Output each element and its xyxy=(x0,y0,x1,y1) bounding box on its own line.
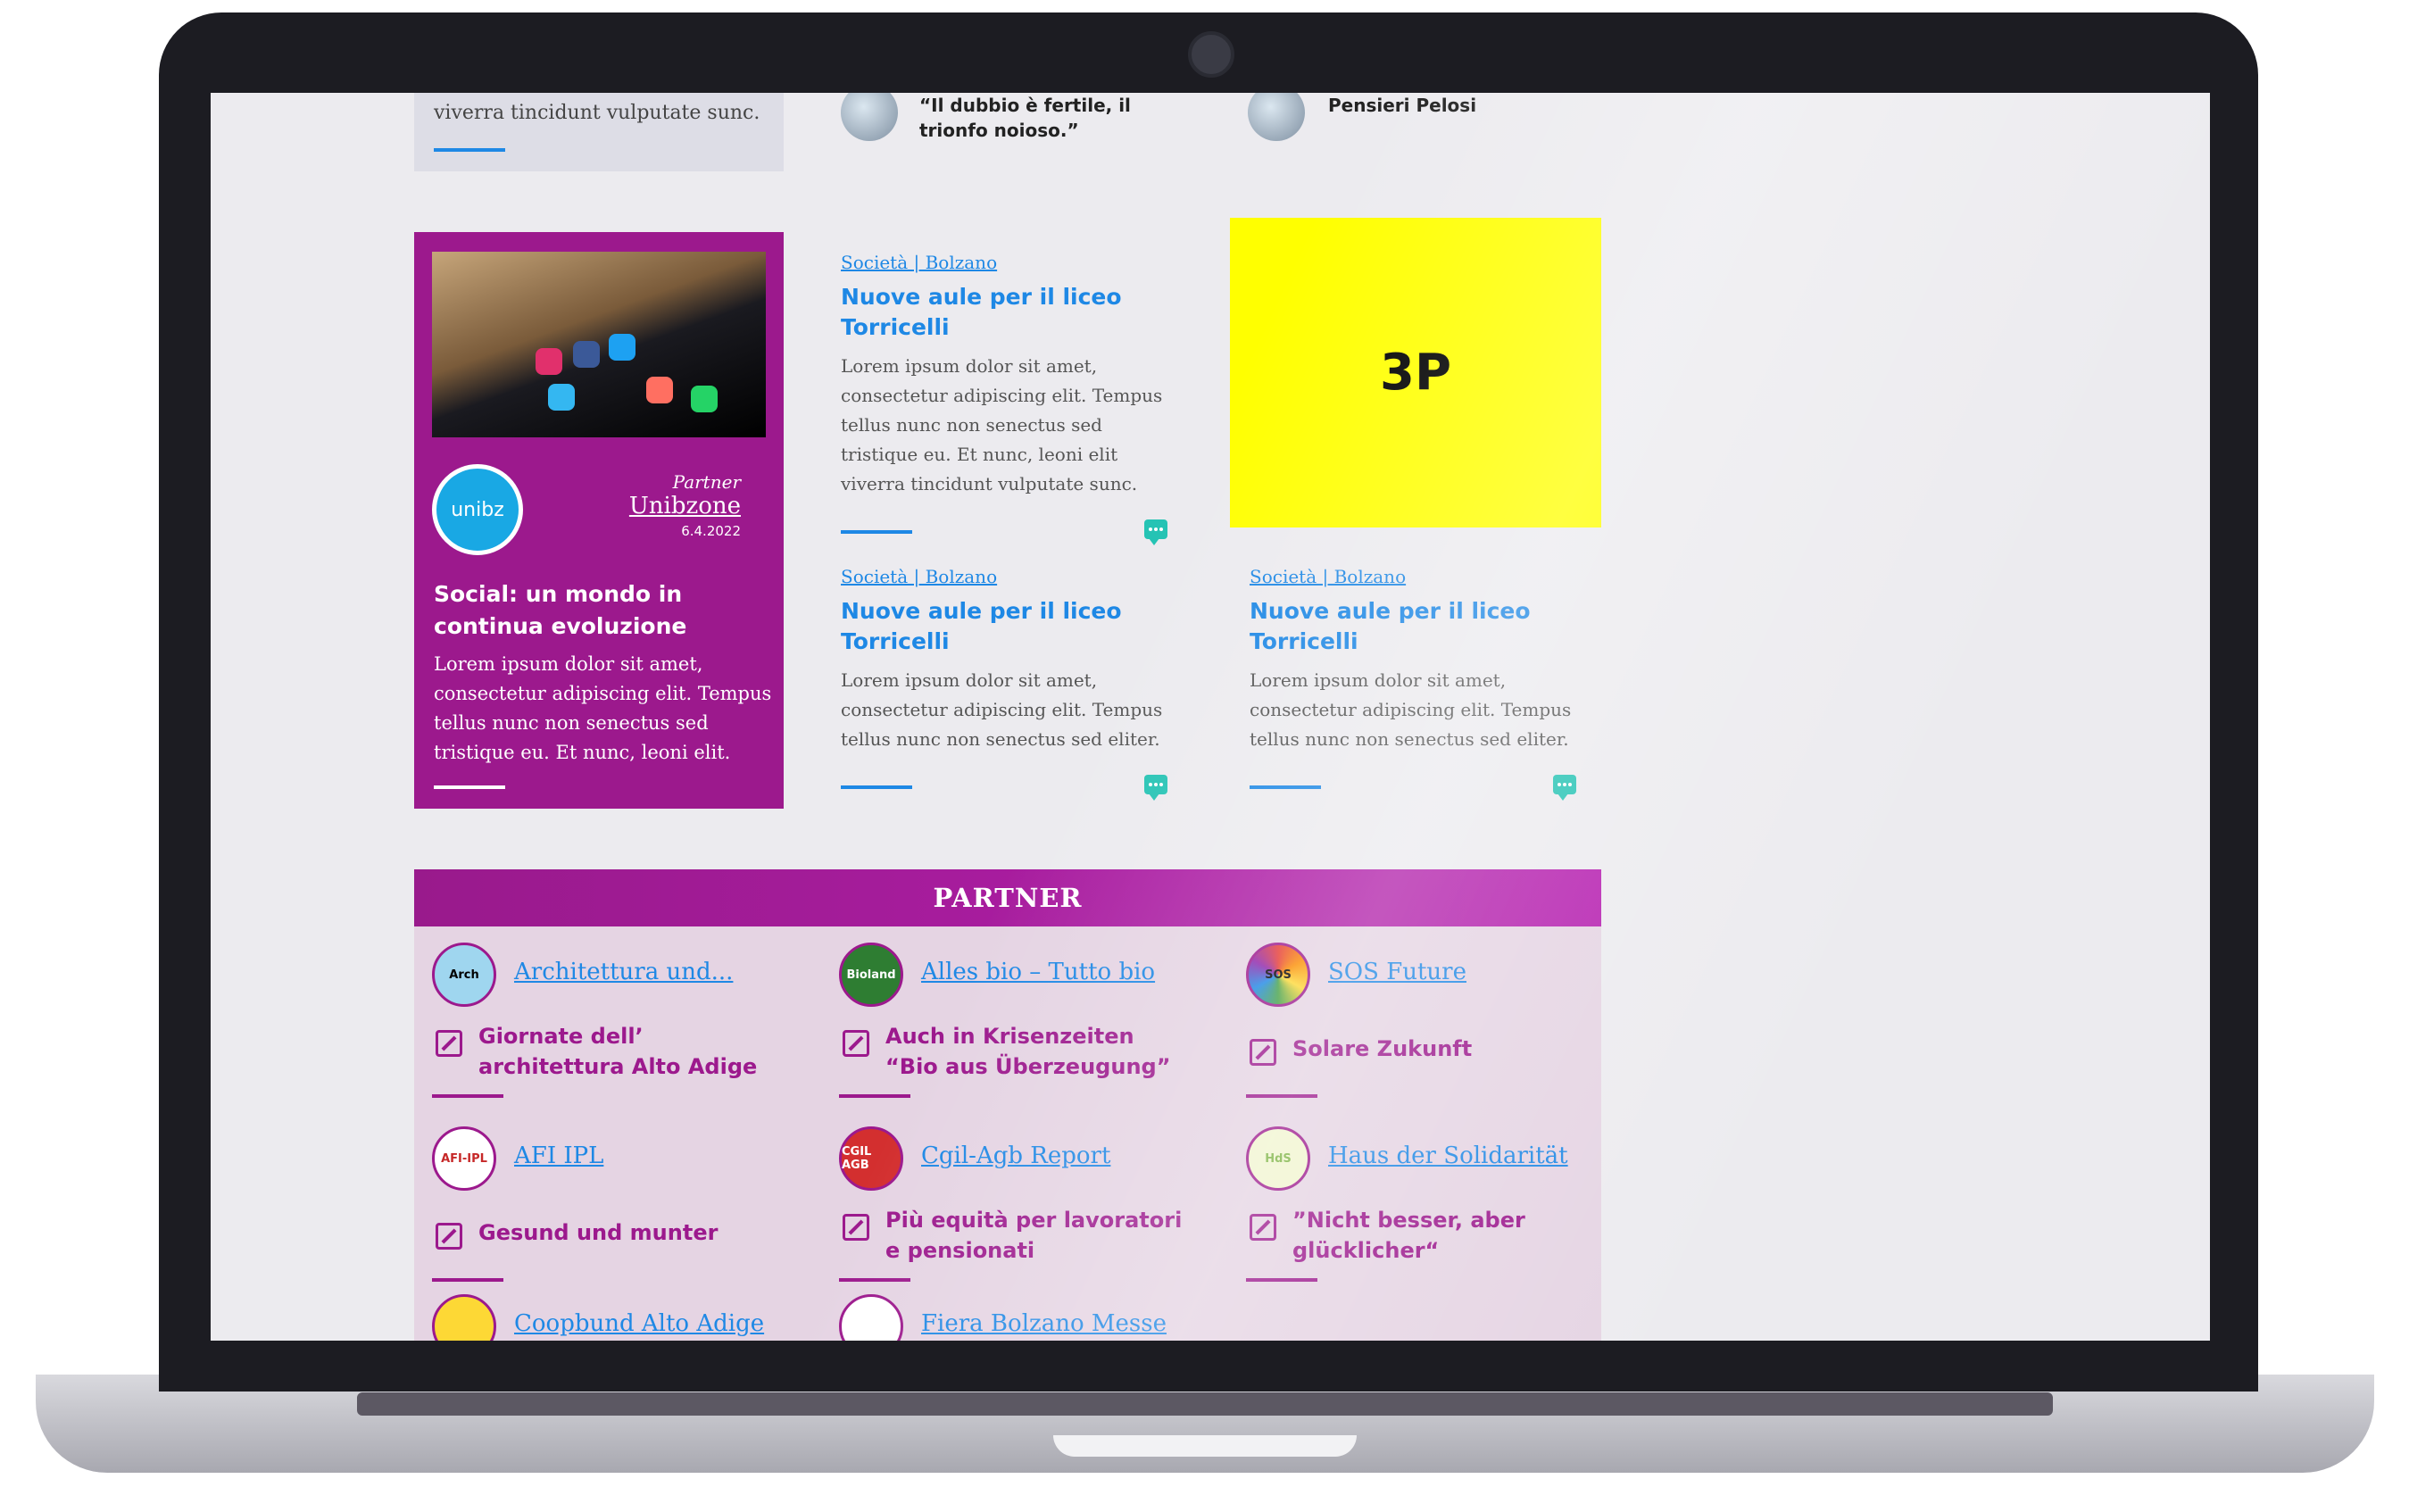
partner-item: Arch Architettura und... Giornate dell’ … xyxy=(432,943,807,1103)
avatar xyxy=(1248,93,1305,141)
article-headline[interactable]: Nuove aule per il liceo Torricelli xyxy=(841,596,1180,657)
edit-icon xyxy=(843,1214,869,1241)
author-name: Pensieri Pelosi xyxy=(1328,95,1477,116)
article-card[interactable]: Società | Bolzano Nuove aule per il lice… xyxy=(1250,566,1589,754)
partner-logo[interactable] xyxy=(839,1294,903,1341)
partner-logo[interactable]: HdS xyxy=(1246,1126,1310,1191)
article-summary: Lorem ipsum dolor sit amet, consectetur … xyxy=(1250,669,1572,750)
comment-icon[interactable] xyxy=(1553,775,1576,801)
partner-post-link[interactable]: Solare Zukunft xyxy=(1292,1034,1596,1064)
quote-text: “Il dubbio è fertile, il trionfo noioso.… xyxy=(919,95,1131,141)
article-headline[interactable]: Nuove aule per il liceo Torricelli xyxy=(1250,596,1589,657)
partner-name-link[interactable]: Alles bio – Tutto bio xyxy=(921,959,1155,985)
article-card[interactable]: Società | Bolzano Nuove aule per il lice… xyxy=(841,566,1180,754)
partner-rule xyxy=(432,1278,503,1282)
edit-icon xyxy=(436,1030,462,1057)
edit-icon xyxy=(1250,1039,1276,1066)
partner-logo[interactable] xyxy=(432,1294,496,1341)
avatar xyxy=(841,93,898,141)
partner-name-link[interactable]: Architettura und... xyxy=(514,959,733,985)
screen: viverra tincidunt vulputate sunc. “Il du… xyxy=(211,93,2210,1341)
unibz-logo: unibz xyxy=(432,464,523,555)
partner-logo[interactable]: Arch xyxy=(432,943,496,1007)
card-rule xyxy=(434,148,505,152)
article-card[interactable]: Società | Bolzano Nuove aule per il lice… xyxy=(841,252,1180,499)
article-rule xyxy=(841,530,912,534)
partner-post-link[interactable]: ”Nicht besser, aber glücklicher“ xyxy=(1292,1205,1596,1266)
partner-item: Bioland Alles bio – Tutto bio Auch in Kr… xyxy=(839,943,1214,1103)
post-date: 6.4.2022 xyxy=(681,523,741,539)
partner-name-link[interactable]: Unibzone xyxy=(629,493,741,519)
partner-item: Fiera Bolzano Messe xyxy=(839,1294,1214,1341)
partner-label: Partner xyxy=(672,471,741,493)
camera-icon xyxy=(1188,31,1234,78)
partner-logo[interactable]: AFI-IPL xyxy=(432,1126,496,1191)
comment-icon[interactable] xyxy=(1144,775,1167,801)
laptop-hinge-notch xyxy=(1053,1435,1357,1457)
partner-rule xyxy=(839,1094,910,1098)
partner-rule xyxy=(839,1278,910,1282)
partner-item: HdS Haus der Solidarität ”Nicht besser, … xyxy=(1246,1126,1621,1287)
article-category[interactable]: Società | Bolzano xyxy=(1250,566,1589,587)
partner-name-link[interactable]: Haus der Solidarität xyxy=(1328,1142,1568,1169)
partner-logo[interactable]: SOS xyxy=(1246,943,1310,1007)
feature-rule xyxy=(434,785,505,789)
partner-logo[interactable]: CGIL AGB xyxy=(839,1126,903,1191)
feature-body: Lorem ipsum dolor sit amet, consectetur … xyxy=(434,653,772,763)
article-category[interactable]: Società | Bolzano xyxy=(841,252,1180,273)
partner-rule xyxy=(1246,1278,1317,1282)
partner-post-link[interactable]: Giornate dell’ architettura Alto Adige xyxy=(478,1021,782,1082)
partner-logo[interactable]: Bioland xyxy=(839,943,903,1007)
article-summary: Lorem ipsum dolor sit amet, consectetur … xyxy=(841,355,1163,494)
partner-section: PARTNER Arch Architettura und... Giornat… xyxy=(414,869,1601,1341)
partner-item: SOS SOS Future Solare Zukunft xyxy=(1246,943,1621,1103)
partner-section-title: PARTNER xyxy=(414,869,1601,926)
partner-name-link[interactable]: AFI IPL xyxy=(514,1142,603,1169)
article-rule xyxy=(1250,785,1321,789)
partner-item: Coopbund Alto Adige xyxy=(432,1294,807,1341)
partner-name-link[interactable]: Coopbund Alto Adige xyxy=(514,1310,764,1337)
article-category[interactable]: Società | Bolzano xyxy=(841,566,1180,587)
partner-name-link[interactable]: Fiera Bolzano Messe xyxy=(921,1310,1167,1337)
partner-rule xyxy=(1246,1094,1317,1098)
partner-name-link[interactable]: Cgil-Agb Report xyxy=(921,1142,1110,1169)
partner-name-link[interactable]: SOS Future xyxy=(1328,959,1466,985)
partner-item: AFI-IPL AFI IPL Gesund und munter xyxy=(432,1126,807,1287)
edit-icon xyxy=(1250,1214,1276,1241)
edit-icon xyxy=(843,1030,869,1057)
article-headline[interactable]: Nuove aule per il liceo Torricelli xyxy=(841,282,1180,343)
partner-item: CGIL AGB Cgil-Agb Report Più equità per … xyxy=(839,1126,1214,1287)
keyboard-strip xyxy=(357,1392,2053,1416)
article-rule xyxy=(841,785,912,789)
partner-feature-card[interactable]: unibz Partner Unibzone 6.4.2022 Social: … xyxy=(414,232,784,809)
article-summary: Lorem ipsum dolor sit amet, consectetur … xyxy=(841,669,1163,750)
phone-photo xyxy=(432,252,766,437)
ad-placeholder[interactable]: 3P xyxy=(1230,218,1601,528)
partner-post-link[interactable]: Più equità per lavoratori e pensionati xyxy=(885,1205,1189,1266)
comment-icon[interactable] xyxy=(1144,519,1167,545)
previous-article-card[interactable]: viverra tincidunt vulputate sunc. xyxy=(414,93,784,171)
partner-post-link[interactable]: Gesund und munter xyxy=(478,1217,782,1248)
partner-rule xyxy=(432,1094,503,1098)
card-text: viverra tincidunt vulputate sunc. xyxy=(434,102,760,124)
partner-post-link[interactable]: Auch in Krisenzeiten “Bio aus Überzeugun… xyxy=(885,1021,1189,1082)
partner-meta: Partner Unibzone 6.4.2022 xyxy=(629,471,741,539)
feature-title[interactable]: Social: un mondo in continua evoluzione xyxy=(434,578,773,643)
edit-icon xyxy=(436,1223,462,1250)
